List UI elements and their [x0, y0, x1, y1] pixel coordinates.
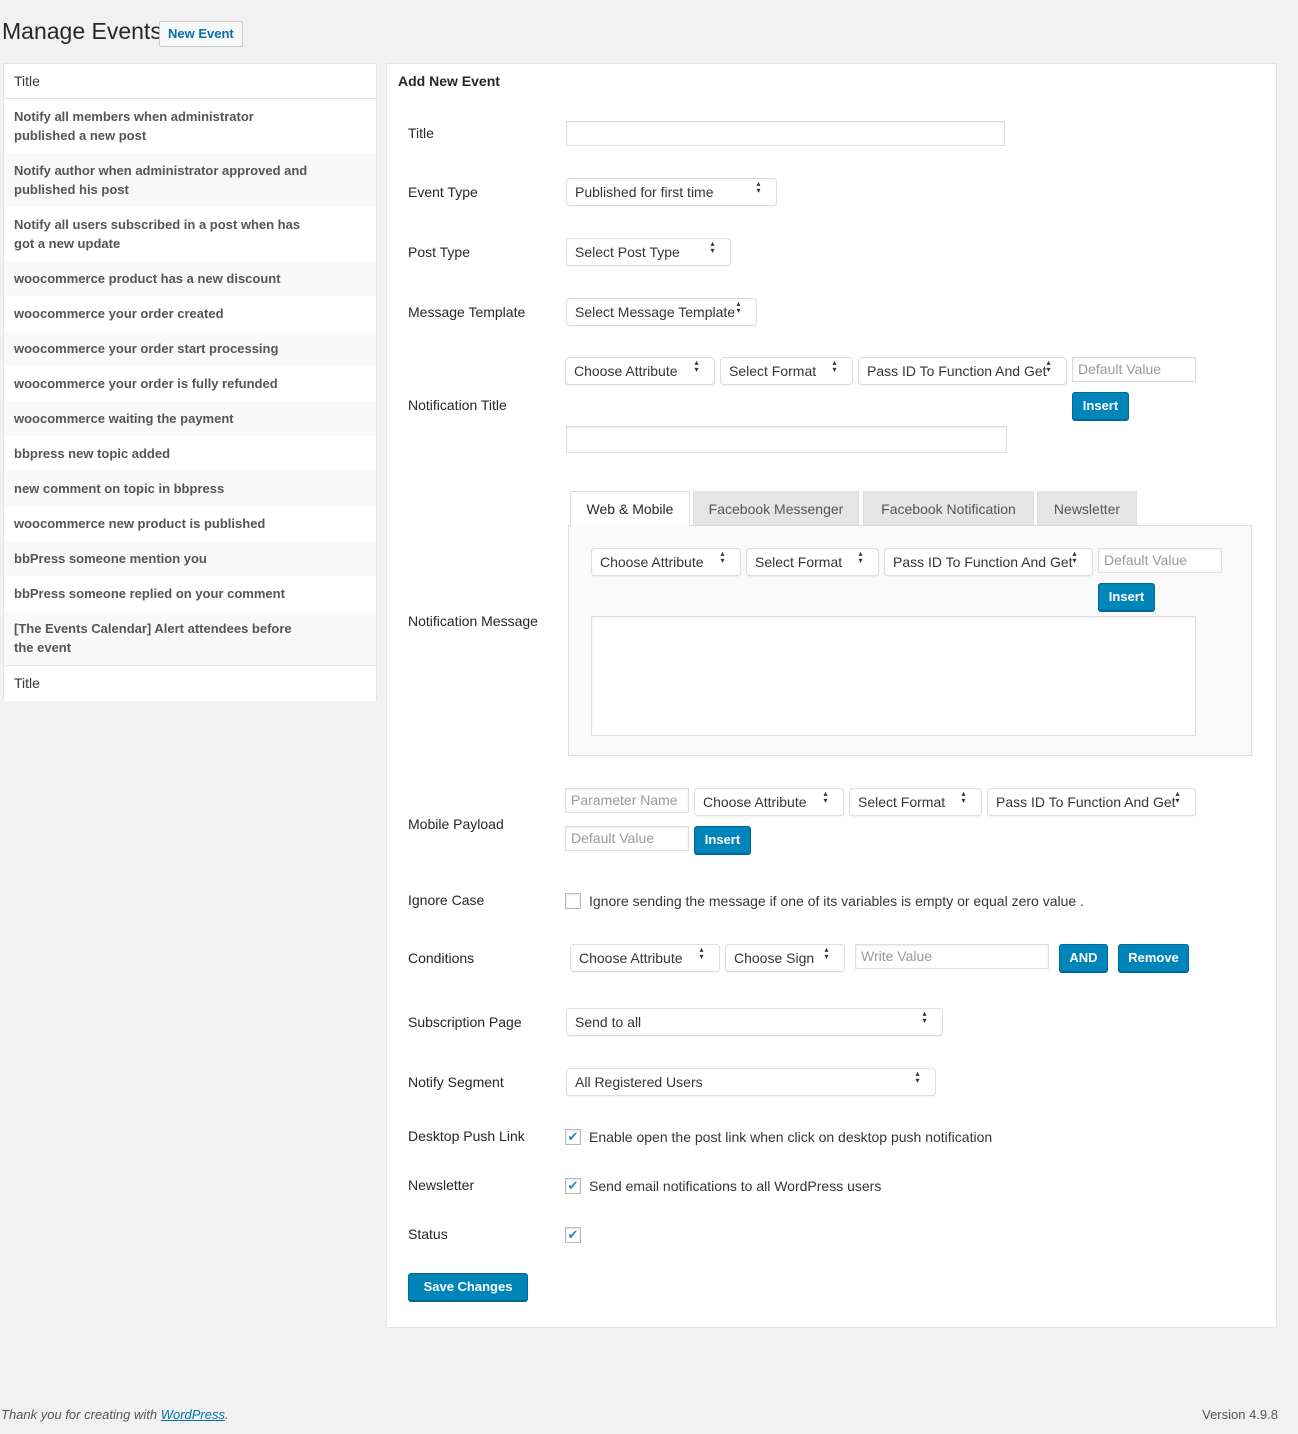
ignore-case-checkbox[interactable]	[565, 893, 581, 909]
new-event-button[interactable]: New Event	[159, 21, 243, 47]
label-notify-segment: Notify Segment	[408, 1074, 504, 1090]
version-text: Version 4.9.8	[1202, 1407, 1278, 1422]
payload-choose-attribute-select[interactable]: Choose Attribute	[694, 788, 844, 816]
tab-facebook-messenger[interactable]: Facebook Messenger	[693, 491, 859, 526]
newsletter-text: Send email notifications to all WordPres…	[589, 1178, 882, 1194]
remove-button[interactable]: Remove	[1118, 944, 1189, 972]
message-default-value-input[interactable]: Default Value	[1098, 548, 1222, 573]
event-list-item[interactable]: bbPress someone mention you	[4, 541, 376, 576]
label-newsletter: Newsletter	[408, 1177, 475, 1193]
message-template-select[interactable]: Select Message Template	[566, 298, 757, 326]
panel-heading: Add New Event	[398, 73, 500, 89]
save-changes-button[interactable]: Save Changes	[408, 1273, 528, 1301]
footer-period: .	[225, 1407, 229, 1422]
event-list-item[interactable]: woocommerce waiting the payment	[4, 401, 376, 436]
notification-title-input[interactable]	[566, 426, 1007, 453]
label-notification-title: Notification Title	[408, 397, 507, 413]
event-list-item[interactable]: bbPress someone replied on your comment	[4, 576, 376, 611]
payload-pass-id-select[interactable]: Pass ID To Function And Get	[987, 788, 1196, 816]
label-desktop-push-link: Desktop Push Link	[408, 1128, 525, 1144]
event-title-link[interactable]: woocommerce your order is fully refunded	[14, 374, 278, 393]
event-list-item[interactable]: bbpress new topic added	[4, 436, 376, 471]
post-type-select[interactable]: Select Post Type	[566, 238, 731, 266]
title-default-value-input[interactable]: Default Value	[1072, 357, 1196, 382]
and-button[interactable]: AND	[1059, 944, 1108, 972]
checkmark-icon: ✔	[567, 1227, 579, 1242]
event-list-item[interactable]: new comment on topic in bbpress	[4, 471, 376, 506]
desktop-push-text: Enable open the post link when click on …	[589, 1129, 993, 1145]
title-pass-id-select[interactable]: Pass ID To Function And Get	[858, 357, 1067, 385]
condition-choose-attribute-select[interactable]: Choose Attribute	[570, 944, 720, 972]
label-message-template: Message Template	[408, 304, 526, 320]
message-select-format-select[interactable]: Select Format	[746, 548, 879, 576]
desktop-push-checkbox[interactable]: ✔	[565, 1129, 581, 1145]
event-list-item[interactable]: woocommerce your order created	[4, 296, 376, 331]
label-event-type: Event Type	[408, 184, 478, 200]
message-insert-button[interactable]: Insert	[1098, 583, 1155, 611]
payload-select-format-select[interactable]: Select Format	[849, 788, 982, 816]
payload-insert-button[interactable]: Insert	[694, 826, 751, 854]
condition-choose-sign-select[interactable]: Choose Sign	[725, 944, 845, 972]
newsletter-checkbox[interactable]: ✔	[565, 1178, 581, 1194]
wordpress-link[interactable]: WordPress	[161, 1407, 225, 1422]
notify-segment-select[interactable]: All Registered Users	[566, 1068, 936, 1096]
checkmark-icon: ✔	[567, 1129, 579, 1144]
title-select-format-select[interactable]: Select Format	[720, 357, 853, 385]
list-header-title[interactable]: Title	[4, 64, 376, 99]
event-list-item[interactable]: Notify all users subscribed in a post wh…	[4, 207, 376, 261]
label-post-type: Post Type	[408, 244, 471, 260]
tab-newsletter[interactable]: Newsletter	[1037, 491, 1137, 526]
event-title-link[interactable]: woocommerce waiting the payment	[14, 409, 234, 428]
title-insert-button[interactable]: Insert	[1072, 392, 1129, 420]
payload-default-value-input[interactable]: Default Value	[565, 826, 689, 851]
events-list: Title Notify all members when administra…	[3, 63, 377, 701]
tab-facebook-notification[interactable]: Facebook Notification	[863, 491, 1034, 526]
label-title: Title	[408, 125, 434, 141]
event-list-item[interactable]: woocommerce product has a new discount	[4, 261, 376, 296]
event-title-link[interactable]: bbpress new topic added	[14, 444, 170, 463]
label-subscription-page: Subscription Page	[408, 1014, 522, 1030]
checkmark-icon: ✔	[567, 1178, 579, 1193]
footer-thanks-text: Thank you for creating with	[1, 1407, 161, 1422]
event-list-item[interactable]: woocommerce your order start processing	[4, 331, 376, 366]
event-list-item[interactable]: [The Events Calendar] Alert attendees be…	[4, 611, 376, 665]
list-footer-title[interactable]: Title	[4, 665, 376, 701]
parameter-name-input[interactable]: Parameter Name	[565, 788, 689, 813]
event-title-link[interactable]: new comment on topic in bbpress	[14, 479, 224, 498]
title-choose-attribute-select[interactable]: Choose Attribute	[565, 357, 715, 385]
event-title-link[interactable]: woocommerce product has a new discount	[14, 269, 281, 288]
label-notification-message: Notification Message	[408, 613, 538, 629]
label-mobile-payload: Mobile Payload	[408, 816, 504, 832]
event-title-link[interactable]: Notify all users subscribed in a post wh…	[14, 215, 314, 253]
message-pass-id-select[interactable]: Pass ID To Function And Get	[884, 548, 1093, 576]
subscription-page-select[interactable]: Send to all	[566, 1008, 943, 1036]
event-list-item[interactable]: Notify all members when administrator pu…	[4, 99, 376, 153]
page-title: Manage Events	[2, 18, 162, 44]
event-title-link[interactable]: Notify author when administrator approve…	[14, 161, 314, 199]
event-list-item[interactable]: woocommerce new product is published	[4, 506, 376, 541]
event-title-link[interactable]: woocommerce your order created	[14, 304, 224, 323]
event-title-link[interactable]: bbPress someone replied on your comment	[14, 584, 285, 603]
label-conditions: Conditions	[408, 950, 475, 966]
tab-web-mobile[interactable]: Web & Mobile	[570, 491, 690, 527]
message-choose-attribute-select[interactable]: Choose Attribute	[591, 548, 741, 576]
event-list-item[interactable]: Notify author when administrator approve…	[4, 153, 376, 207]
event-list-item[interactable]: woocommerce your order is fully refunded	[4, 366, 376, 401]
event-type-select[interactable]: Published for first time	[566, 178, 777, 206]
event-title-link[interactable]: [The Events Calendar] Alert attendees be…	[14, 619, 314, 657]
notification-message-textarea[interactable]	[591, 616, 1196, 736]
footer-thanks: Thank you for creating with WordPress.	[1, 1407, 229, 1422]
ignore-case-text: Ignore sending the message if one of its…	[589, 893, 1084, 909]
status-checkbox[interactable]: ✔	[565, 1227, 581, 1243]
label-ignore-case: Ignore Case	[408, 892, 485, 908]
event-title-link[interactable]: woocommerce your order start processing	[14, 339, 278, 358]
event-title-link[interactable]: Notify all members when administrator pu…	[14, 107, 314, 145]
event-title-link[interactable]: woocommerce new product is published	[14, 514, 265, 533]
label-status: Status	[408, 1226, 448, 1242]
condition-value-input[interactable]: Write Value	[855, 944, 1049, 969]
title-input[interactable]	[566, 121, 1005, 146]
event-title-link[interactable]: bbPress someone mention you	[14, 549, 207, 568]
